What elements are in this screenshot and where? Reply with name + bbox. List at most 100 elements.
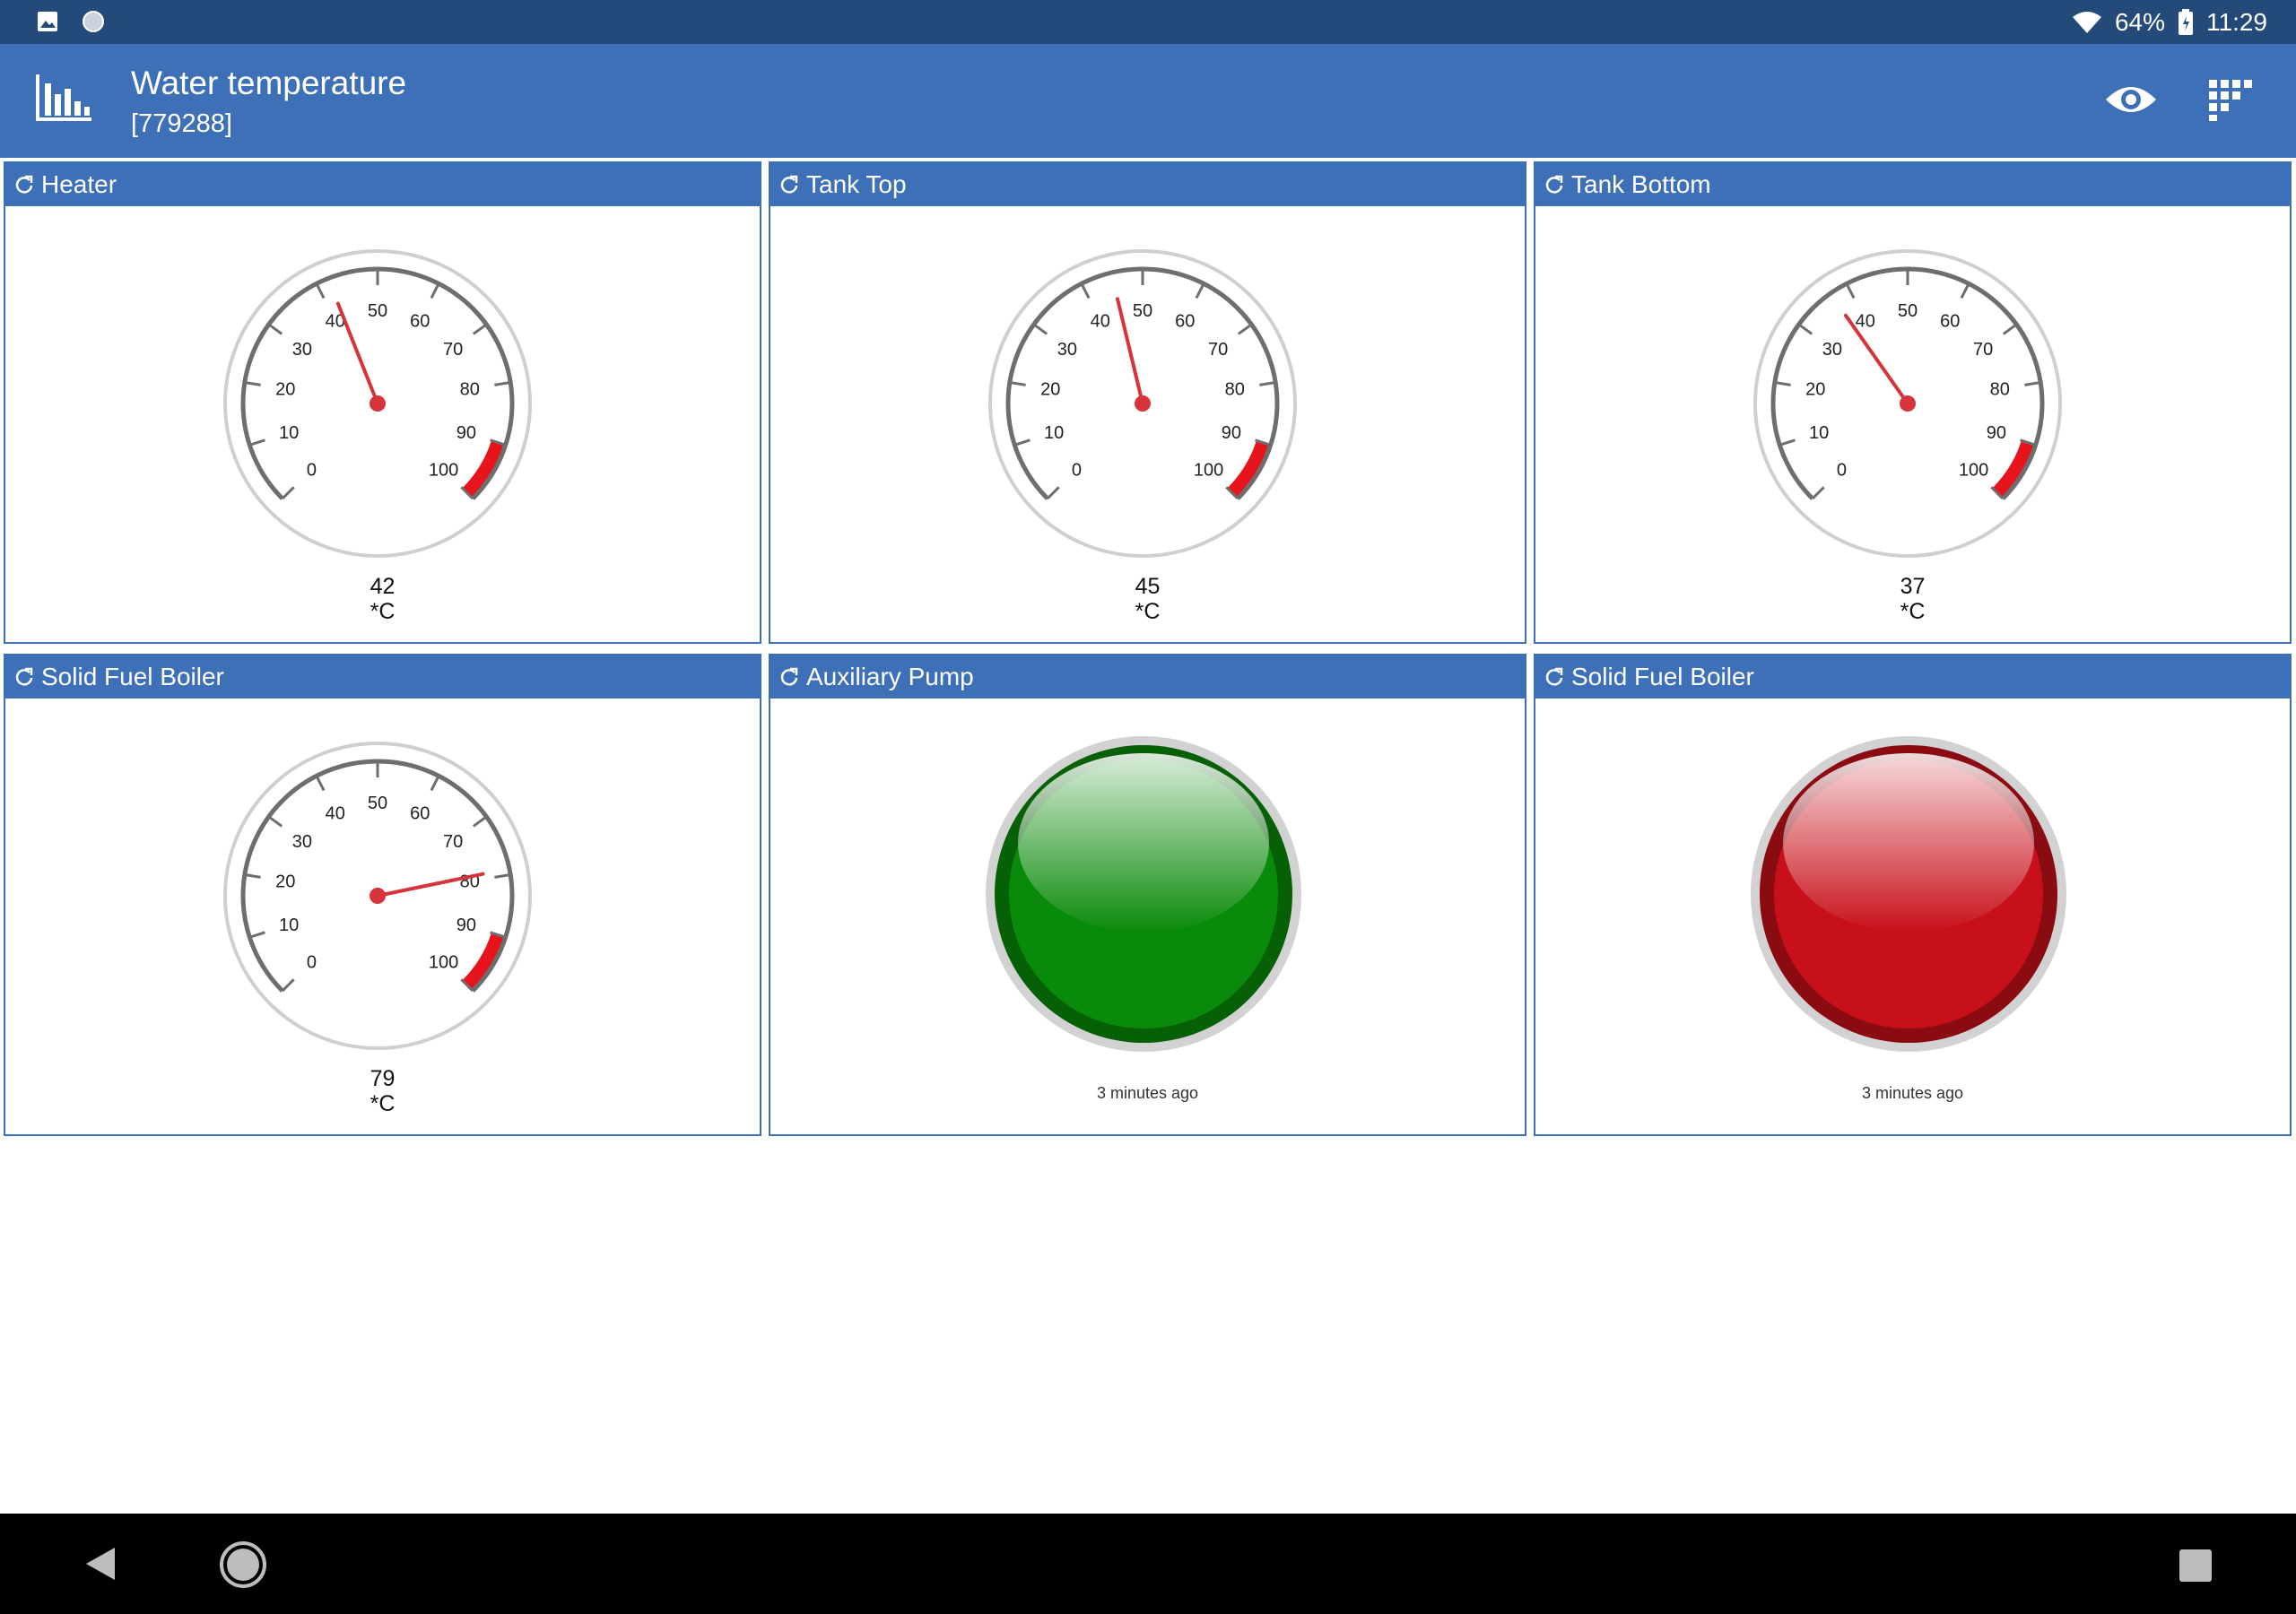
clock: 11:29: [2206, 7, 2267, 36]
gauge-value: 42: [370, 574, 396, 599]
gauge-tick-label: 70: [1973, 340, 1993, 360]
refresh-button[interactable]: [14, 667, 34, 687]
widget-panel[interactable]: Solid Fuel Boiler 3 minutes ago: [1534, 654, 2292, 1136]
panel-body: 3 minutes ago: [1535, 699, 2290, 1136]
gauge-tick-label: 70: [443, 340, 463, 360]
gauge-tick-label: 10: [279, 423, 299, 443]
gauge-tick-label: 10: [1044, 423, 1064, 443]
gauge-tick-label: 80: [460, 380, 480, 400]
panel-body: 0 10 20 30 40 50 60 70 80 90 100 42 *C: [5, 206, 760, 644]
device-id: [779288]: [131, 109, 232, 138]
last-updated: 3 minutes ago: [1096, 1084, 1199, 1102]
app-bar: Water temperature [779288]: [0, 44, 2296, 158]
refresh-button[interactable]: [1544, 667, 1564, 687]
gauge-tick-label: 0: [307, 461, 317, 481]
temperature-gauge: 0102030405060708090100: [223, 249, 532, 558]
panel-header: Tank Bottom: [1535, 163, 2290, 206]
gauge-tick-label: 0: [1837, 461, 1847, 481]
refresh-button[interactable]: [1544, 175, 1564, 195]
gauge-tick-label: 40: [1856, 311, 1875, 331]
gauge-tick-label: 100: [429, 953, 458, 973]
battery-icon: [2179, 8, 2193, 35]
gauge-tick-label: 80: [1225, 380, 1245, 400]
gauge-tick-label: 80: [1990, 380, 2010, 400]
gauge-unit: *C: [370, 599, 396, 624]
eye-icon[interactable]: [2103, 80, 2159, 119]
gauge-tick-label: 100: [1959, 461, 1988, 481]
gauge-tick-label: 10: [279, 915, 299, 935]
gauge-value: 79: [370, 1066, 396, 1091]
panel-header: Solid Fuel Boiler: [5, 655, 760, 699]
recents-icon[interactable]: [2179, 1549, 2212, 1582]
status-lamp: [1751, 736, 2066, 1052]
refresh-button[interactable]: [779, 667, 799, 687]
widget-panel[interactable]: Tank Top 0 10 20 30 40 50 60 70 80 90 100 45 *C: [769, 161, 1526, 644]
gauge-value: 45: [1135, 574, 1161, 599]
gauge-tick-label: 20: [1805, 380, 1825, 400]
gauge-tick-label: 90: [457, 423, 476, 443]
refresh-button[interactable]: [14, 175, 34, 195]
panel-header: Solid Fuel Boiler: [1535, 655, 2290, 699]
gauge-tick-label: 90: [1987, 423, 2006, 443]
home-icon[interactable]: [219, 1540, 267, 1589]
gauge-tick-label: 30: [1822, 340, 1842, 360]
gauge-tick-label: 30: [292, 832, 312, 852]
gauge-hub: [1900, 395, 1916, 412]
gauge-tick-label: 90: [1222, 423, 1241, 443]
refresh-icon[interactable]: [14, 175, 34, 195]
temperature-gauge: 0102030405060708090100: [988, 249, 1297, 558]
gauge-tick-label: 30: [1057, 340, 1077, 360]
page-title: Water temperature: [131, 65, 407, 101]
gauge-hub: [370, 888, 386, 904]
gauge-unit: *C: [1900, 599, 1926, 624]
circle-notification-icon: [83, 11, 104, 32]
temperature-gauge: 0102030405060708090100: [223, 742, 532, 1050]
gauge-value: 37: [1900, 574, 1926, 599]
gauge-tick-label: 50: [368, 301, 387, 321]
status-lamp: [986, 736, 1301, 1052]
temperature-gauge: 0102030405060708090100: [1753, 249, 2062, 558]
gauge-tick-label: 100: [1194, 461, 1223, 481]
refresh-icon[interactable]: [779, 667, 799, 687]
refresh-icon[interactable]: [14, 667, 34, 687]
lamp-highlight: [1018, 753, 1269, 933]
widget-grid-icon[interactable]: [2209, 80, 2252, 121]
gauge-tick-label: 60: [1940, 311, 1960, 331]
gauge-tick-label: 90: [457, 915, 476, 935]
image-notification-icon: [38, 12, 57, 31]
refresh-icon[interactable]: [779, 175, 799, 195]
gauge-tick-label: 60: [410, 311, 430, 331]
refresh-button[interactable]: [779, 175, 799, 195]
gauge-unit: *C: [1135, 599, 1161, 624]
gauge-tick-label: 40: [1091, 311, 1110, 331]
gauge-hub: [370, 395, 386, 412]
widget-panel[interactable]: Auxiliary Pump 3 minutes ago: [769, 654, 1526, 1136]
gauge-tick-label: 50: [368, 794, 387, 813]
gauge-tick-label: 60: [410, 803, 430, 823]
panel-body: 0 10 20 30 40 50 60 70 80 90 100 37 *C: [1535, 206, 2290, 644]
panel-title: Solid Fuel Boiler: [41, 663, 224, 690]
gauge-tick-label: 100: [429, 461, 458, 481]
lamp-highlight: [1783, 753, 2034, 933]
widget-panel[interactable]: Heater 0 10 20 30 40 50 60 70 80 90 100 42 *C: [4, 161, 761, 644]
widget-panel[interactable]: Solid Fuel Boiler 0 10 20 30 40 50 60 70 80 90 100 7…: [4, 654, 761, 1136]
panel-body: 3 minutes ago: [770, 699, 1525, 1136]
refresh-icon[interactable]: [1544, 175, 1564, 195]
back-icon[interactable]: [83, 1546, 118, 1582]
gauge-tick-label: 0: [307, 953, 317, 973]
gauge-tick-label: 70: [443, 832, 463, 852]
wifi-icon: [2072, 11, 2101, 33]
panel-header: Auxiliary Pump: [770, 655, 1525, 699]
widget-panel[interactable]: Tank Bottom 0 10 20 30 40 50 60 70 80 90 100 37 *C: [1534, 161, 2292, 644]
gauge-tick-label: 50: [1898, 301, 1918, 321]
gauge-tick-label: 20: [1040, 380, 1060, 400]
bar-chart-icon[interactable]: [34, 74, 93, 128]
panel-title: Tank Bottom: [1571, 170, 1711, 198]
gauge-tick-label: 20: [275, 380, 295, 400]
panel-title: Heater: [41, 170, 117, 198]
panel-header: Tank Top: [770, 163, 1525, 206]
status-bar: 64% 11:29: [0, 0, 2296, 44]
gauge-tick-label: 0: [1072, 461, 1082, 481]
refresh-icon[interactable]: [1544, 667, 1564, 687]
battery-percent: 64%: [2114, 7, 2165, 36]
